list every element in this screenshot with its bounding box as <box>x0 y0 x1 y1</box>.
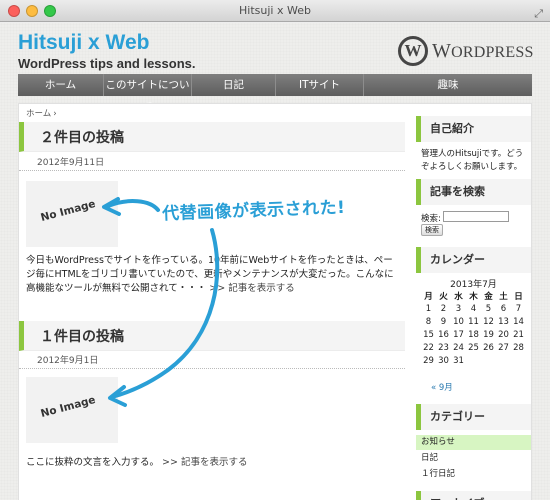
no-image-label: No Image <box>39 393 97 421</box>
calendar-day: 7 <box>515 303 522 314</box>
wordpress-mark-icon: W <box>398 36 428 66</box>
calendar-day: 29 <box>423 355 434 366</box>
wordpress-logo: W WORDPRESS <box>398 36 534 66</box>
close-window-button[interactable] <box>8 5 20 17</box>
category-item-one-line-diary[interactable]: １行日記 <box>416 467 531 482</box>
calendar-day: 8 <box>425 316 432 327</box>
calendar-day: 13 <box>498 316 509 327</box>
calendar-day: 16 <box>438 329 449 340</box>
weekday-header: 水 <box>454 291 463 302</box>
weekday-header: 月 <box>424 291 433 302</box>
nav-item-hobby[interactable]: 趣味 <box>364 74 532 96</box>
calendar-day: 15 <box>423 329 434 340</box>
calendar-day <box>466 354 481 367</box>
sidebar: 自己紹介 管理人のHitsujiです。どうぞよろしくお願いします。 記事を検索 … <box>416 104 531 500</box>
post-header: ２件目の投稿 <box>19 122 405 152</box>
weekday-header: 日 <box>514 291 523 302</box>
calendar-day: 10 <box>453 316 464 327</box>
no-image-label: No Image <box>39 197 97 225</box>
content-area: ホーム › ２件目の投稿 2012年9月11日 No Image 今日もWordP… <box>18 103 532 500</box>
post-date: 2012年9月1日 <box>19 353 405 369</box>
breadcrumb-separator: › <box>53 109 57 119</box>
site-tagline: WordPress tips and lessons. <box>18 56 196 71</box>
category-item-diary[interactable]: 日記 <box>416 451 531 466</box>
window-title: Hitsuji x Web <box>239 4 311 17</box>
post-header: １件目の投稿 <box>19 321 405 351</box>
read-more-link[interactable]: >> 記事を表示する <box>209 283 294 294</box>
fullscreen-icon[interactable]: ⤢ <box>534 3 543 25</box>
nav-item-about[interactable]: このサイトについて <box>104 74 192 113</box>
wordpress-wordmark: WORDPRESS <box>432 39 534 62</box>
post-excerpt: 今日もWordPressでサイトを作っている。10年前にWebサイトを作ったとき… <box>26 254 402 296</box>
calendar-day: 17 <box>453 329 464 340</box>
weekday-header: 金 <box>484 291 493 302</box>
calendar-day: 2 <box>440 303 447 314</box>
search-input[interactable] <box>443 211 509 222</box>
web-page: Hitsuji x Web WordPress tips and lessons… <box>0 23 550 500</box>
calendar-day: 11 <box>468 316 479 327</box>
calendar-day: 26 <box>483 342 494 353</box>
post-excerpt: ここに抜粋の文言を入力する。 >> 記事を表示する <box>26 456 402 470</box>
calendar-day: 3 <box>455 303 462 314</box>
calendar-day: 9 <box>440 316 447 327</box>
category-item-news[interactable]: お知らせ <box>416 435 531 450</box>
breadcrumb-home-link[interactable]: ホーム <box>26 109 51 119</box>
calendar-day: 30 <box>438 355 449 366</box>
post-title[interactable]: ２件目の投稿 <box>40 127 124 147</box>
zoom-window-button[interactable] <box>44 5 56 17</box>
archive-heading: アーカイブ <box>416 491 531 500</box>
breadcrumb: ホーム › <box>26 107 57 119</box>
nav-item-it-sites[interactable]: ITサイト <box>276 74 364 96</box>
read-more-link[interactable]: >> 記事を表示する <box>162 457 247 468</box>
nav-item-diary[interactable]: 日記 <box>192 74 276 96</box>
calendar-day: 22 <box>423 342 434 353</box>
calendar-day: 23 <box>438 342 449 353</box>
search-button[interactable]: 検索 <box>421 224 443 236</box>
weekday-header: 土 <box>499 291 508 302</box>
main-column: ホーム › ２件目の投稿 2012年9月11日 No Image 今日もWordP… <box>19 104 405 500</box>
search-heading: 記事を検索 <box>416 179 531 205</box>
post-date: 2012年9月11日 <box>19 155 405 171</box>
calendar-day: 24 <box>453 342 464 353</box>
calendar-day: 1 <box>425 303 432 314</box>
nav-item-home[interactable]: ホーム <box>18 74 104 96</box>
calendar-table: 月 火 水 木 金 土 日 1 2 3 4 5 6 7 8 9 10 11 12… <box>421 289 526 367</box>
post-title[interactable]: １件目の投稿 <box>40 326 124 346</box>
calendar-day: 4 <box>470 303 477 314</box>
calendar-day: 19 <box>483 329 494 340</box>
calendar-day: 18 <box>468 329 479 340</box>
calendar-day: 12 <box>483 316 494 327</box>
profile-text: 管理人のHitsujiです。どうぞよろしくお願いします。 <box>421 149 524 172</box>
weekday-header: 木 <box>469 291 478 302</box>
weekday-header: 火 <box>439 291 448 302</box>
calendar-day: 28 <box>513 342 524 353</box>
browser-window: Hitsuji x Web ⤢ Hitsuji x Web WordPress … <box>0 0 550 500</box>
window-controls <box>8 5 56 17</box>
excerpt-text: ここに抜粋の文言を入力する。 <box>26 457 160 468</box>
minimize-window-button[interactable] <box>26 5 38 17</box>
main-nav: ホーム このサイトについて 日記 ITサイト 趣味 <box>18 74 532 113</box>
title-bar: Hitsuji x Web ⤢ <box>0 0 550 22</box>
calendar-day <box>481 354 496 367</box>
calendar-day: 5 <box>485 303 492 314</box>
calendar-day: 6 <box>500 303 507 314</box>
calendar-day: 31 <box>453 355 464 366</box>
profile-heading: 自己紹介 <box>416 116 531 142</box>
post-thumbnail[interactable]: No Image <box>26 181 118 247</box>
calendar-day <box>496 354 511 367</box>
calendar-day: 25 <box>468 342 479 353</box>
calendar-day: 21 <box>513 329 524 340</box>
site-title[interactable]: Hitsuji x Web <box>18 31 149 55</box>
calendar-day: 27 <box>498 342 509 353</box>
post-thumbnail[interactable]: No Image <box>26 377 118 443</box>
categories-heading: カテゴリー <box>416 404 531 430</box>
calendar-heading: カレンダー <box>416 247 531 273</box>
calendar-day: 20 <box>498 329 509 340</box>
search-label: 検索: <box>421 214 441 224</box>
calendar-day: 14 <box>513 316 524 327</box>
calendar-day <box>511 354 526 367</box>
calendar-prev-month-link[interactable]: « 9月 <box>431 381 453 393</box>
